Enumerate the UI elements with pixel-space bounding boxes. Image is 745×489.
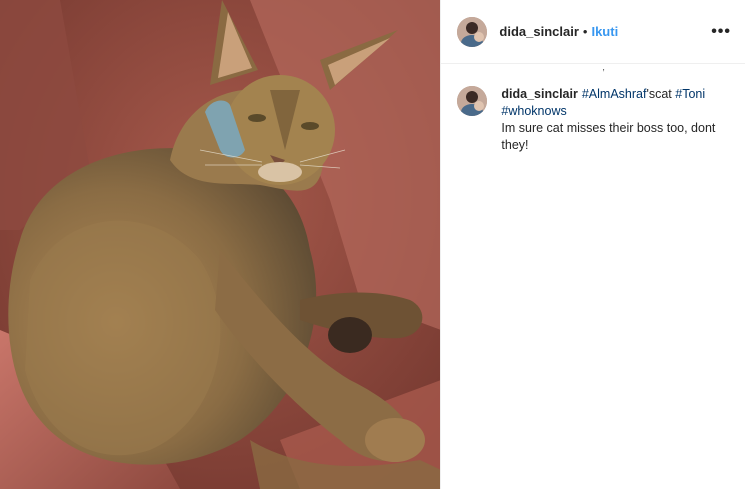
cat-photo bbox=[0, 0, 441, 489]
caption: dida_sinclair #AlmAshraf'scat #Toni #whok… bbox=[441, 64, 745, 154]
caption-mention-suffix: 'scat bbox=[646, 87, 672, 101]
caption-username[interactable]: dida_sinclair bbox=[501, 87, 577, 101]
caption-text: Im sure cat misses their boss too, dont … bbox=[501, 121, 716, 152]
follow-button[interactable]: Ikuti bbox=[591, 24, 618, 39]
post-image[interactable] bbox=[0, 0, 441, 489]
username-link[interactable]: dida_sinclair bbox=[499, 24, 578, 39]
separator-dot: • bbox=[582, 24, 588, 39]
profile-photo bbox=[457, 16, 488, 47]
hashtag-whoknows[interactable]: #whoknows bbox=[501, 104, 566, 118]
caption-avatar[interactable] bbox=[457, 86, 488, 116]
avatar[interactable] bbox=[457, 16, 488, 47]
instagram-post: dida_sinclair • Ikuti ••• , dida_sinclai… bbox=[0, 0, 745, 489]
post-header: dida_sinclair • Ikuti ••• bbox=[441, 0, 745, 64]
caption-mention[interactable]: #AlmAshraf bbox=[582, 87, 647, 101]
hashtag-toni[interactable]: #Toni bbox=[675, 87, 705, 101]
caption-body: dida_sinclair #AlmAshraf'scat #Toni #whok… bbox=[501, 86, 726, 154]
profile-photo bbox=[457, 86, 488, 116]
more-dots-icon[interactable]: ••• bbox=[711, 23, 731, 40]
stray-mark: , bbox=[602, 62, 605, 72]
post-sidebar: dida_sinclair • Ikuti ••• , dida_sinclai… bbox=[440, 0, 745, 489]
